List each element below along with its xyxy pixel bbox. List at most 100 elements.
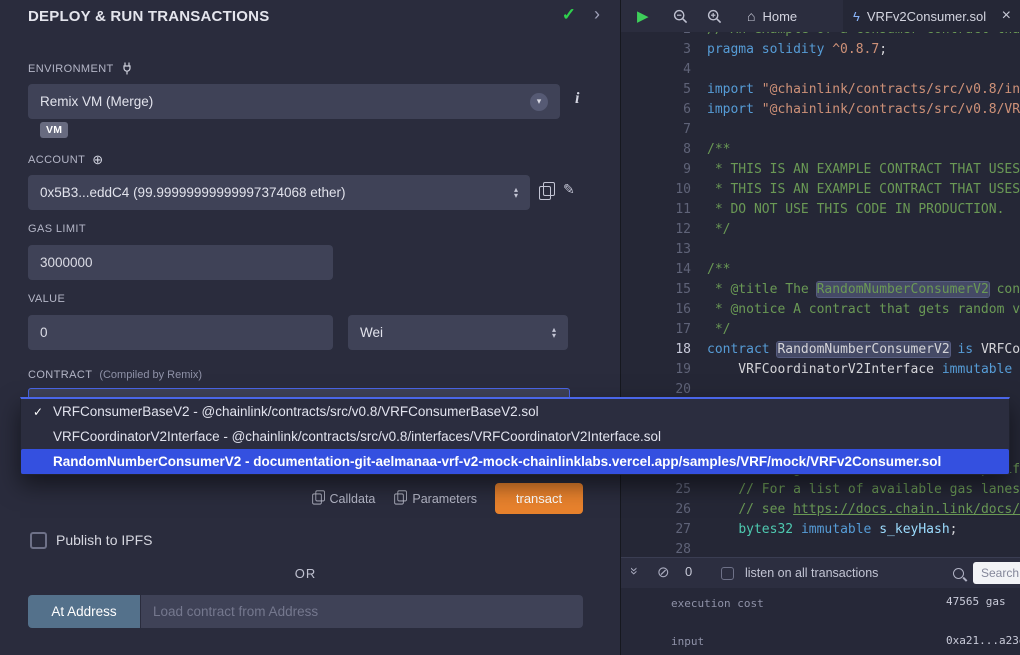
close-tab-icon[interactable] bbox=[1002, 7, 1011, 25]
code-line[interactable]: 15 * @title The RandomNumberConsumerV2 c… bbox=[621, 280, 1020, 300]
terminal-row-key: execution cost bbox=[671, 597, 764, 610]
terminal-row-key: input bbox=[671, 635, 704, 648]
terminal-row: execution cost 47565 gas bbox=[621, 587, 1020, 625]
code-line[interactable]: 6import "@chainlink/contracts/src/v0.8/V… bbox=[621, 100, 1020, 120]
panel-expand-icon[interactable] bbox=[594, 4, 600, 25]
code-line[interactable]: 10 * THIS IS AN EXAMPLE CONTRACT THAT US… bbox=[621, 180, 1020, 200]
run-script-icon[interactable] bbox=[637, 7, 649, 25]
contract-label: CONTRACT (Compiled by Remix) bbox=[28, 369, 202, 381]
remix-ide: DEPLOY & RUN TRANSACTIONS ENVIRONMENT Re… bbox=[0, 0, 1020, 655]
line-number: 12 bbox=[621, 220, 707, 240]
code-line[interactable]: 5import "@chainlink/contracts/src/v0.8/i… bbox=[621, 80, 1020, 100]
account-select[interactable]: 0x5B3...eddC4 (99.99999999999997374068 e… bbox=[28, 175, 530, 210]
contract-options-dropdown: ✓VRFConsumerBaseV2 - @chainlink/contract… bbox=[20, 397, 1010, 475]
line-number: 18 bbox=[621, 340, 707, 360]
environment-info-icon[interactable] bbox=[575, 90, 579, 108]
option-check-icon: ✓ bbox=[33, 405, 53, 419]
line-number: 17 bbox=[621, 320, 707, 340]
plug-icon bbox=[121, 62, 133, 75]
contract-option[interactable]: VRFCoordinatorV2Interface - @chainlink/c… bbox=[21, 424, 1009, 449]
environment-value: Remix VM (Merge) bbox=[40, 94, 153, 109]
parameters-button[interactable]: Parameters bbox=[393, 492, 477, 506]
line-number: 13 bbox=[621, 240, 707, 260]
transact-button[interactable]: transact bbox=[495, 483, 583, 514]
home-icon bbox=[747, 8, 755, 24]
clear-console-icon[interactable] bbox=[657, 563, 670, 581]
contract-compiled-note: (Compiled by Remix) bbox=[99, 369, 202, 381]
listen-all-checkbox[interactable] bbox=[721, 567, 734, 580]
panel-title: DEPLOY & RUN TRANSACTIONS bbox=[28, 8, 269, 25]
copy-account-icon[interactable] bbox=[539, 186, 551, 200]
edit-account-icon[interactable] bbox=[563, 181, 575, 198]
zoom-in-icon[interactable] bbox=[707, 9, 722, 24]
code-line[interactable]: 28 bbox=[621, 540, 1020, 557]
line-number: 26 bbox=[621, 500, 707, 520]
code-line[interactable]: 9 * THIS IS AN EXAMPLE CONTRACT THAT USE… bbox=[621, 160, 1020, 180]
gas-limit-input[interactable] bbox=[28, 245, 333, 280]
solidity-file-icon bbox=[853, 9, 860, 24]
code-line[interactable]: 14/** bbox=[621, 260, 1020, 280]
listen-all-label: listen on all transactions bbox=[745, 566, 878, 580]
value-label: VALUE bbox=[28, 293, 65, 305]
contract-option[interactable]: RandomNumberConsumerV2 - documentation-g… bbox=[21, 449, 1009, 474]
terminal-toolbar: 0 listen on all transactions bbox=[621, 557, 1020, 588]
tab-home[interactable]: Home bbox=[733, 0, 811, 32]
code-line[interactable]: 13 bbox=[621, 240, 1020, 260]
code-line[interactable]: 3pragma solidity ^0.8.7; bbox=[621, 40, 1020, 60]
terminal-row-value: 47565 gas bbox=[946, 595, 1006, 608]
line-number: 19 bbox=[621, 360, 707, 380]
code-line[interactable]: 4 bbox=[621, 60, 1020, 80]
code-line[interactable]: 17 */ bbox=[621, 320, 1020, 340]
calldata-button[interactable]: Calldata bbox=[311, 492, 376, 506]
code-line[interactable]: 16 * @notice A contract that gets random… bbox=[621, 300, 1020, 320]
editor-tabbar: Home VRFv2Consumer.sol bbox=[621, 0, 1020, 32]
expand-terminal-icon[interactable] bbox=[627, 567, 643, 575]
at-address-input[interactable] bbox=[141, 595, 583, 628]
terminal-row-value: 0xa21...a23e bbox=[946, 633, 1020, 647]
select-caret-icon bbox=[514, 187, 518, 199]
code-editor-pane: 2// An example of a consumer contract th… bbox=[620, 0, 1020, 655]
code-line[interactable]: 27 bytes32 immutable s_keyHash; bbox=[621, 520, 1020, 540]
contract-option[interactable]: ✓VRFConsumerBaseV2 - @chainlink/contract… bbox=[21, 399, 1009, 424]
select-caret-icon bbox=[552, 327, 556, 339]
line-number: 5 bbox=[621, 80, 707, 100]
option-label: VRFConsumerBaseV2 - @chainlink/contracts… bbox=[53, 404, 539, 419]
environment-label: ENVIRONMENT bbox=[28, 62, 133, 75]
line-number: 25 bbox=[621, 480, 707, 500]
gas-limit-label: GAS LIMIT bbox=[28, 223, 86, 235]
code-line[interactable]: 11 * DO NOT USE THIS CODE IN PRODUCTION. bbox=[621, 200, 1020, 220]
terminal-search-input[interactable] bbox=[973, 562, 1020, 584]
tab-file[interactable]: VRFv2Consumer.sol bbox=[843, 0, 1020, 32]
code-line[interactable]: 7 bbox=[621, 120, 1020, 140]
terminal-output: execution cost 47565 gas input 0xa21...a23e bbox=[621, 587, 1020, 655]
value-unit: Wei bbox=[360, 325, 383, 340]
code-line[interactable]: 18contract RandomNumberConsumerV2 is VRF… bbox=[621, 340, 1020, 360]
success-check-icon bbox=[562, 5, 576, 25]
at-address-button[interactable]: At Address bbox=[28, 595, 140, 628]
line-number: 27 bbox=[621, 520, 707, 540]
line-number: 9 bbox=[621, 160, 707, 180]
value-input[interactable] bbox=[28, 315, 333, 350]
code-line[interactable]: 19 VRFCoordinatorV2Interface immutable C… bbox=[621, 360, 1020, 380]
value-unit-select[interactable]: Wei bbox=[348, 315, 568, 350]
code-line[interactable]: 26 // see https://docs.chain.link/docs/v… bbox=[621, 500, 1020, 520]
or-divider: OR bbox=[28, 566, 583, 581]
code-line[interactable]: 8/** bbox=[621, 140, 1020, 160]
publish-ipfs-checkbox[interactable] bbox=[30, 532, 47, 549]
line-number: 6 bbox=[621, 100, 707, 120]
line-number: 16 bbox=[621, 300, 707, 320]
deploy-actions: Calldata Parameters transact bbox=[311, 483, 583, 514]
clipboard-icon bbox=[395, 493, 404, 504]
terminal-row: input 0xa21...a23e bbox=[621, 625, 1020, 655]
code-line[interactable]: 25 // For a list of available gas lanes … bbox=[621, 480, 1020, 500]
line-number: 3 bbox=[621, 40, 707, 60]
code-line[interactable]: 12 */ bbox=[621, 220, 1020, 240]
chevron-down-icon bbox=[530, 93, 548, 111]
line-number: 28 bbox=[621, 540, 707, 557]
environment-select[interactable]: Remix VM (Merge) bbox=[28, 84, 560, 119]
search-icon bbox=[953, 568, 964, 579]
clipboard-icon bbox=[312, 493, 321, 504]
create-account-icon[interactable] bbox=[92, 152, 103, 168]
option-label: RandomNumberConsumerV2 - documentation-g… bbox=[53, 454, 941, 469]
zoom-out-icon[interactable] bbox=[673, 9, 688, 24]
